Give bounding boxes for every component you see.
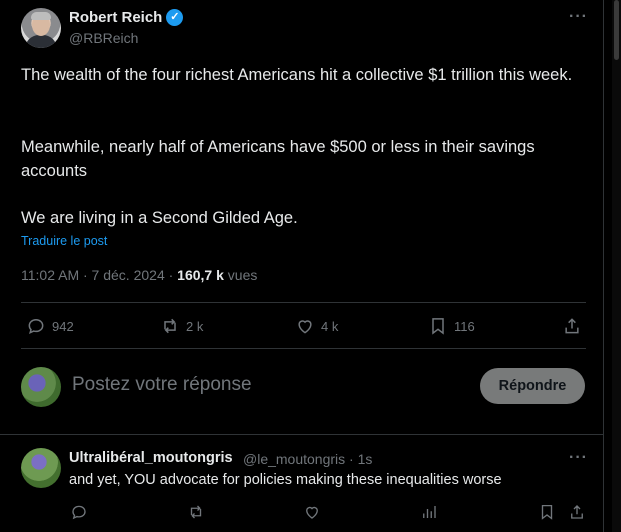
reply-submit-button[interactable]: Répondre: [480, 368, 585, 404]
avatar-hair: [31, 12, 51, 20]
reply-views-action[interactable]: [420, 503, 438, 526]
author-avatar[interactable]: [21, 8, 61, 48]
like-action[interactable]: 4 k: [295, 315, 338, 337]
verified-badge-icon: ✓: [166, 9, 184, 26]
reply-action[interactable]: 942: [26, 315, 74, 337]
reply-reply-action[interactable]: [70, 503, 88, 526]
post-timestamp[interactable]: 11:02 AM · 7 déc. 2024 ·: [21, 267, 177, 283]
analytics-icon: [423, 506, 436, 518]
divider-top-actions: [21, 302, 586, 303]
scrollbar-thumb[interactable]: [614, 0, 619, 60]
translate-post-link[interactable]: Traduire le post: [21, 234, 107, 248]
reply-count: 942: [52, 318, 74, 334]
author-name-row[interactable]: Robert Reich ✓: [69, 9, 184, 26]
more-options-icon[interactable]: ···: [569, 8, 588, 26]
reply-author-handle[interactable]: @le_moutongris · 1s: [243, 451, 372, 467]
views-label: vues: [223, 267, 258, 283]
post-detail-panel: Robert Reich ✓ @RBReich ··· The wealth o…: [0, 0, 604, 532]
repost-icon: [190, 505, 202, 519]
share-icon: [571, 505, 583, 519]
share-action[interactable]: [562, 315, 582, 337]
author-name[interactable]: Robert Reich: [69, 9, 162, 26]
bookmark-action[interactable]: 116: [428, 315, 475, 337]
views-count: 160,7 k: [177, 267, 224, 283]
reply-text: and yet, YOU advocate for policies makin…: [69, 472, 502, 488]
post-meta: 11:02 AM · 7 déc. 2024 · 160,7 k vues: [21, 267, 257, 283]
reply-like-action[interactable]: [303, 503, 321, 526]
divider-bottom-actions: [21, 348, 586, 349]
reply-author-name[interactable]: Ultralibéral_moutongris: [69, 450, 233, 466]
reply-icon: [72, 505, 86, 520]
heart-icon: [306, 506, 318, 519]
reply-share-action[interactable]: [568, 503, 586, 526]
bookmark-count: 116: [454, 318, 475, 334]
reply-input[interactable]: Postez votre réponse: [72, 374, 252, 396]
scrollbar[interactable]: [612, 0, 621, 532]
repost-icon: [164, 318, 176, 334]
reply-repost-action[interactable]: [187, 503, 205, 526]
divider-replies: [0, 434, 604, 435]
repost-action[interactable]: 2 k: [160, 315, 203, 337]
bookmark-icon: [541, 504, 553, 520]
current-user-avatar[interactable]: [21, 367, 61, 407]
post-paragraph-2: Meanwhile, nearly half of Americans have…: [21, 138, 535, 180]
reply-bookmark-action[interactable]: [538, 503, 556, 526]
repost-count: 2 k: [186, 318, 204, 334]
reply-icon: [28, 318, 44, 335]
avatar-suit: [25, 35, 57, 48]
share-icon: [565, 318, 579, 334]
reply-author-avatar[interactable]: [21, 448, 61, 488]
post-paragraph-3: We are living in a Second Gilded Age.: [21, 209, 298, 227]
bookmark-icon: [432, 318, 444, 335]
reply-more-options-icon[interactable]: ···: [569, 449, 588, 467]
post-paragraph-1: The wealth of the four richest Americans…: [21, 66, 573, 84]
author-handle[interactable]: @RBReich: [69, 30, 138, 46]
heart-icon: [298, 320, 312, 334]
like-count: 4 k: [321, 318, 339, 334]
